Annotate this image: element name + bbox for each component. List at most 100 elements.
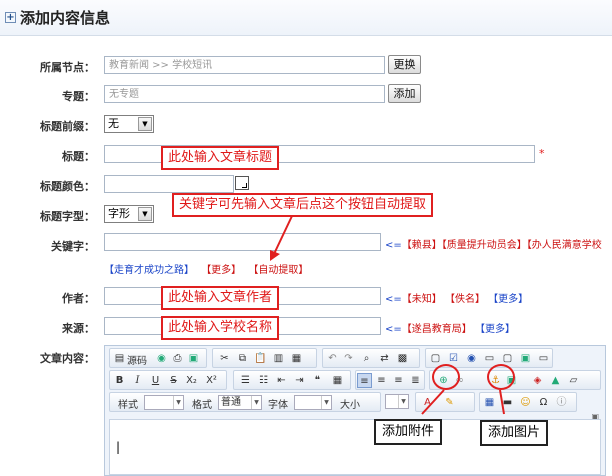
copy-icon[interactable]: ⧉ — [235, 351, 250, 366]
author-more-link[interactable]: 【更多】 — [488, 294, 528, 305]
page-header: + 添加内容信息 — [0, 0, 612, 36]
align-justify-icon[interactable]: ≣ — [408, 373, 423, 388]
attachment-callout: 添加附件 — [374, 419, 443, 445]
textfield-icon[interactable]: ▭ — [482, 351, 497, 366]
prefix-label: 标题前缀： — [40, 120, 95, 133]
italic-icon[interactable]: I — [130, 373, 145, 388]
title-font-select[interactable]: 字形 ▼ — [104, 205, 154, 223]
subscript-icon[interactable]: X₂ — [184, 373, 199, 388]
toolbar-group: 样式 ▼ 格式 普通 ▼ 字体 ▼ 大小 — [109, 392, 381, 412]
chevron-down-icon[interactable]: ▼ — [138, 117, 152, 131]
author-prefix: <= — [385, 294, 402, 305]
print-icon[interactable]: ⎙ — [170, 351, 185, 366]
source-more-link[interactable]: 【更多】 — [475, 324, 515, 335]
format-select[interactable]: 普通 ▼ — [218, 395, 262, 410]
keyword-input[interactable] — [104, 233, 381, 251]
toolbar-group: ≡ ≡ ≡ ≣ — [355, 370, 425, 390]
title-label: 标题： — [62, 150, 95, 163]
prefix-select-value: 无 — [108, 117, 119, 130]
chevron-down-icon[interactable]: ▼ — [138, 207, 152, 221]
source-options: <=【遂昌教育局】 【更多】 — [385, 320, 515, 335]
chevron-down-icon[interactable]: ▼ — [173, 396, 183, 409]
source-link[interactable]: 【遂昌教育局】 — [402, 324, 472, 335]
smiley-icon[interactable]: ☺ — [518, 395, 533, 410]
title-callout: 此处输入文章标题 — [161, 146, 280, 170]
div-icon[interactable]: ▦ — [330, 373, 345, 388]
keyword-link[interactable]: 【办人民满意学校 — [527, 240, 602, 251]
align-right-icon[interactable]: ≡ — [391, 373, 406, 388]
toolbar-row-3: 样式 ▼ 格式 普通 ▼ 字体 ▼ 大小 ▼ A ✎ ▦ ▬ ☺ Ω ⓘ — [109, 392, 603, 412]
source-prefix: <= — [385, 324, 402, 335]
toolbar-row-1: ▤ 源码 ◉ ⎙ ▣ ✂ ⧉ 📋 ▥ ▦ ↶ ↷ ⌕ ⇄ ▩ ▢ ☑ ◉ ▭ ▢… — [109, 348, 603, 368]
title-color-input[interactable] — [104, 175, 234, 193]
author-options: <=【未知】 【佚名】 【更多】 — [385, 290, 528, 305]
font-select[interactable]: ▼ — [294, 395, 332, 410]
redo-icon[interactable]: ↷ — [341, 351, 356, 366]
page-break-icon[interactable]: ▱ — [566, 373, 581, 388]
style-select[interactable]: ▼ — [144, 395, 184, 410]
paste-text-icon[interactable]: ▥ — [271, 351, 286, 366]
font-label: 字体 — [268, 400, 288, 411]
image-callout: 添加图片 — [480, 420, 549, 446]
pointer-arrows-icon — [421, 389, 505, 415]
find-icon[interactable]: ⌕ — [359, 351, 374, 366]
blockquote-icon[interactable]: ❝ — [310, 373, 325, 388]
underline-icon[interactable]: U — [148, 373, 163, 388]
attachment-highlight — [432, 364, 460, 390]
table-icon[interactable]: ▲ — [548, 373, 563, 388]
add-topic-button[interactable]: 添加 — [388, 84, 421, 103]
undo-icon[interactable]: ↶ — [325, 351, 340, 366]
change-node-button[interactable]: 更换 — [388, 55, 421, 74]
outdent-icon[interactable]: ⇤ — [274, 373, 289, 388]
author-callout: 此处输入文章作者 — [161, 286, 280, 310]
topic-field[interactable]: 无专题 — [104, 85, 385, 103]
strikethrough-icon[interactable]: S — [166, 373, 181, 388]
keyword-link[interactable]: 【质量提升动员会】 — [442, 240, 527, 251]
keyword-link[interactable]: 【走育才成功之路】 — [104, 265, 194, 276]
paste-icon[interactable]: 📋 — [253, 351, 268, 366]
cut-icon[interactable]: ✂ — [217, 351, 232, 366]
chevron-down-icon[interactable]: ▼ — [251, 396, 261, 409]
about-icon[interactable]: ⓘ — [554, 395, 569, 410]
align-left-icon[interactable]: ≡ — [357, 373, 372, 388]
toolbar-group: ▤ 源码 ◉ ⎙ ▣ — [109, 348, 207, 368]
expand-icon[interactable]: + — [5, 12, 16, 23]
special-char-icon[interactable]: Ω — [536, 395, 551, 410]
toolbar-group: B I U S X₂ X² — [109, 370, 227, 390]
keyword-callout: 关键字可先输入文章后点这个按钮自动提取 — [172, 193, 434, 217]
superscript-icon[interactable]: X² — [204, 373, 219, 388]
template-icon[interactable]: ▣ — [186, 351, 201, 366]
color-picker-icon[interactable] — [235, 176, 249, 190]
prefix-select[interactable]: 无 ▼ — [104, 115, 154, 133]
replace-icon[interactable]: ⇄ — [377, 351, 392, 366]
image-highlight — [487, 364, 515, 390]
keyword-suggestions: <=【赖县】【质量提升动员会】【办人民满意学校 — [385, 236, 602, 251]
button-field-icon[interactable]: ▭ — [536, 351, 551, 366]
required-mark: * — [539, 147, 545, 160]
preview-icon[interactable]: ◉ — [154, 351, 169, 366]
chevron-down-icon[interactable]: ▼ — [321, 396, 331, 409]
format-label: 格式 — [192, 400, 212, 411]
unordered-list-icon[interactable]: ☷ — [256, 373, 271, 388]
align-center-icon[interactable]: ≡ — [374, 373, 389, 388]
toolbar-row-2: B I U S X₂ X² ☰ ☷ ⇤ ⇥ ❝ ▦ ≡ ≡ ≡ ≣ ⊕ ∞ ⚓ … — [109, 370, 603, 390]
author-label: 作者： — [62, 292, 95, 305]
bold-icon[interactable]: B — [112, 373, 127, 388]
source-icon[interactable]: ▤ — [112, 351, 127, 366]
flash-icon[interactable]: ◈ — [530, 373, 545, 388]
keyword-link[interactable]: 【赖县】 — [402, 240, 442, 251]
title-font-value: 字形 — [108, 207, 130, 220]
author-link[interactable]: 【未知】 — [402, 294, 442, 305]
node-field[interactable]: 教育新闻 >> 学校短讯 — [104, 56, 385, 74]
source-button-label[interactable]: 源码 — [127, 352, 147, 367]
radio-icon[interactable]: ◉ — [464, 351, 479, 366]
auto-extract-link[interactable]: 【自动提取】 — [248, 265, 308, 276]
select-field-icon[interactable]: ▣ — [518, 351, 533, 366]
select-all-icon[interactable]: ▩ — [395, 351, 410, 366]
title-color-label: 标题颜色： — [40, 180, 95, 193]
indent-icon[interactable]: ⇥ — [292, 373, 307, 388]
keyword-more-link[interactable]: 【更多】 — [201, 265, 241, 276]
author-link[interactable]: 【佚名】 — [445, 294, 485, 305]
ordered-list-icon[interactable]: ☰ — [238, 373, 253, 388]
paste-word-icon[interactable]: ▦ — [289, 351, 304, 366]
